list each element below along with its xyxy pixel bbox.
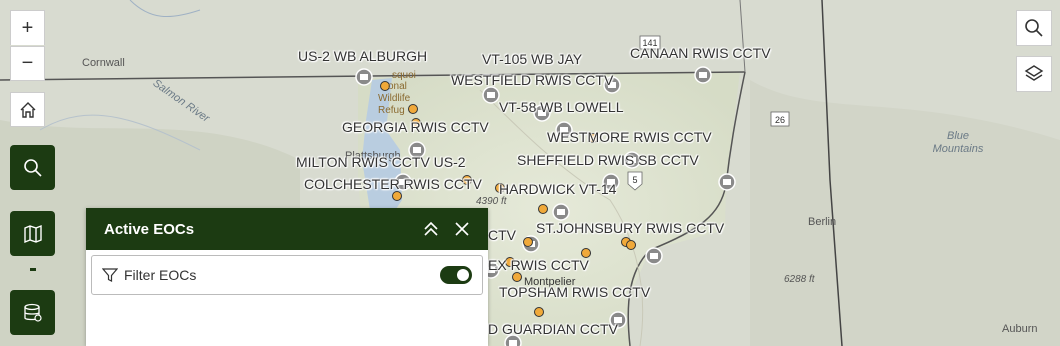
eoc-marker[interactable] xyxy=(512,272,522,282)
eoc-marker[interactable] xyxy=(626,240,636,250)
camera-label[interactable]: SHEFFIELD RWIS SB CCTV xyxy=(517,152,699,168)
camera-label[interactable]: WESTMORE RWIS CCTV xyxy=(547,129,712,145)
close-button[interactable] xyxy=(454,221,470,237)
collapse-button[interactable] xyxy=(422,220,440,238)
svg-text:26: 26 xyxy=(775,115,785,125)
separator-mark xyxy=(30,268,36,271)
close-icon xyxy=(455,222,469,236)
camera-label[interactable]: VT-105 WB JAY xyxy=(482,51,582,67)
filter-row[interactable]: Filter EOCs xyxy=(91,255,483,295)
eoc-marker[interactable] xyxy=(538,204,548,214)
place-label: Cornwall xyxy=(82,57,125,69)
home-button[interactable] xyxy=(10,92,45,127)
camera-marker[interactable] xyxy=(694,66,712,84)
refuge-label: Refug xyxy=(378,105,405,116)
refuge-label: Wildlife xyxy=(378,93,411,104)
data-layers-button[interactable] xyxy=(10,290,55,335)
camera-label[interactable]: COLCHESTER RWIS CCTV xyxy=(304,176,482,192)
filter-toggle[interactable] xyxy=(440,266,472,284)
elevation-label: 6288 ft xyxy=(784,274,815,285)
eoc-marker[interactable] xyxy=(523,237,533,247)
place-label: Berlin xyxy=(808,216,837,228)
camera-marker[interactable] xyxy=(355,68,373,86)
filter-icon xyxy=(102,268,118,282)
camera-marker[interactable] xyxy=(552,203,570,221)
svg-text:5: 5 xyxy=(632,175,637,185)
search-button[interactable] xyxy=(1016,10,1052,46)
refuge-label: squoi xyxy=(392,70,416,81)
camera-label[interactable]: WESTFIELD RWIS CCTV xyxy=(451,72,613,88)
eoc-marker[interactable] xyxy=(392,191,402,201)
search-icon xyxy=(23,158,42,177)
map-icon xyxy=(23,224,42,243)
place-label: Auburn xyxy=(1002,323,1038,335)
camera-marker[interactable] xyxy=(718,173,736,191)
camera-marker[interactable] xyxy=(645,247,663,265)
database-icon xyxy=(23,303,42,322)
camera-label[interactable]: HARDWICK VT-14 xyxy=(499,181,616,197)
camera-label[interactable]: GEORGIA RWIS CCTV xyxy=(342,119,489,135)
mountains-label: Blue Mountains xyxy=(932,130,984,155)
active-eocs-panel: Active EOCs Filter EOCs xyxy=(86,208,488,346)
search-icon xyxy=(1025,19,1043,37)
panel-title: Active EOCs xyxy=(104,220,195,238)
plus-icon: + xyxy=(21,16,34,39)
camera-label[interactable]: TOPSHAM RWIS CCTV xyxy=(499,284,650,300)
zoom-in-button[interactable]: + xyxy=(10,10,45,45)
route-shield-26: 26 xyxy=(770,111,790,127)
camera-label[interactable]: D GUARDIAN CCTV xyxy=(488,321,618,337)
camera-label[interactable]: VT-58 WB LOWELL xyxy=(499,99,623,115)
layers-icon xyxy=(1024,65,1044,81)
eoc-marker[interactable] xyxy=(534,307,544,317)
elevation-label: 4390 ft xyxy=(476,196,507,207)
basemap-button[interactable] xyxy=(10,211,55,256)
camera-label[interactable]: MILTON RWIS CCTV US-2 xyxy=(296,154,466,170)
panel-header: Active EOCs xyxy=(86,208,488,250)
minus-icon: − xyxy=(21,52,34,74)
refuge-label: onal xyxy=(388,81,407,92)
layers-button[interactable] xyxy=(1016,56,1052,92)
filter-label: Filter EOCs xyxy=(124,267,197,283)
camera-label[interactable]: CTV xyxy=(488,227,516,243)
home-icon xyxy=(20,101,35,118)
search-tool-button[interactable] xyxy=(10,145,55,190)
camera-marker[interactable] xyxy=(482,86,500,104)
double-chevron-up-icon xyxy=(424,221,438,236)
camera-label[interactable]: ST.JOHNSBURY RWIS CCTV xyxy=(536,220,724,236)
camera-label[interactable]: CANAAN RWIS CCTV xyxy=(630,45,771,61)
zoom-out-button[interactable]: − xyxy=(10,46,45,81)
camera-label[interactable]: EX RWIS CCTV xyxy=(488,257,589,273)
eoc-marker[interactable] xyxy=(408,104,418,114)
camera-label[interactable]: US-2 WB ALBURGH xyxy=(298,48,427,64)
